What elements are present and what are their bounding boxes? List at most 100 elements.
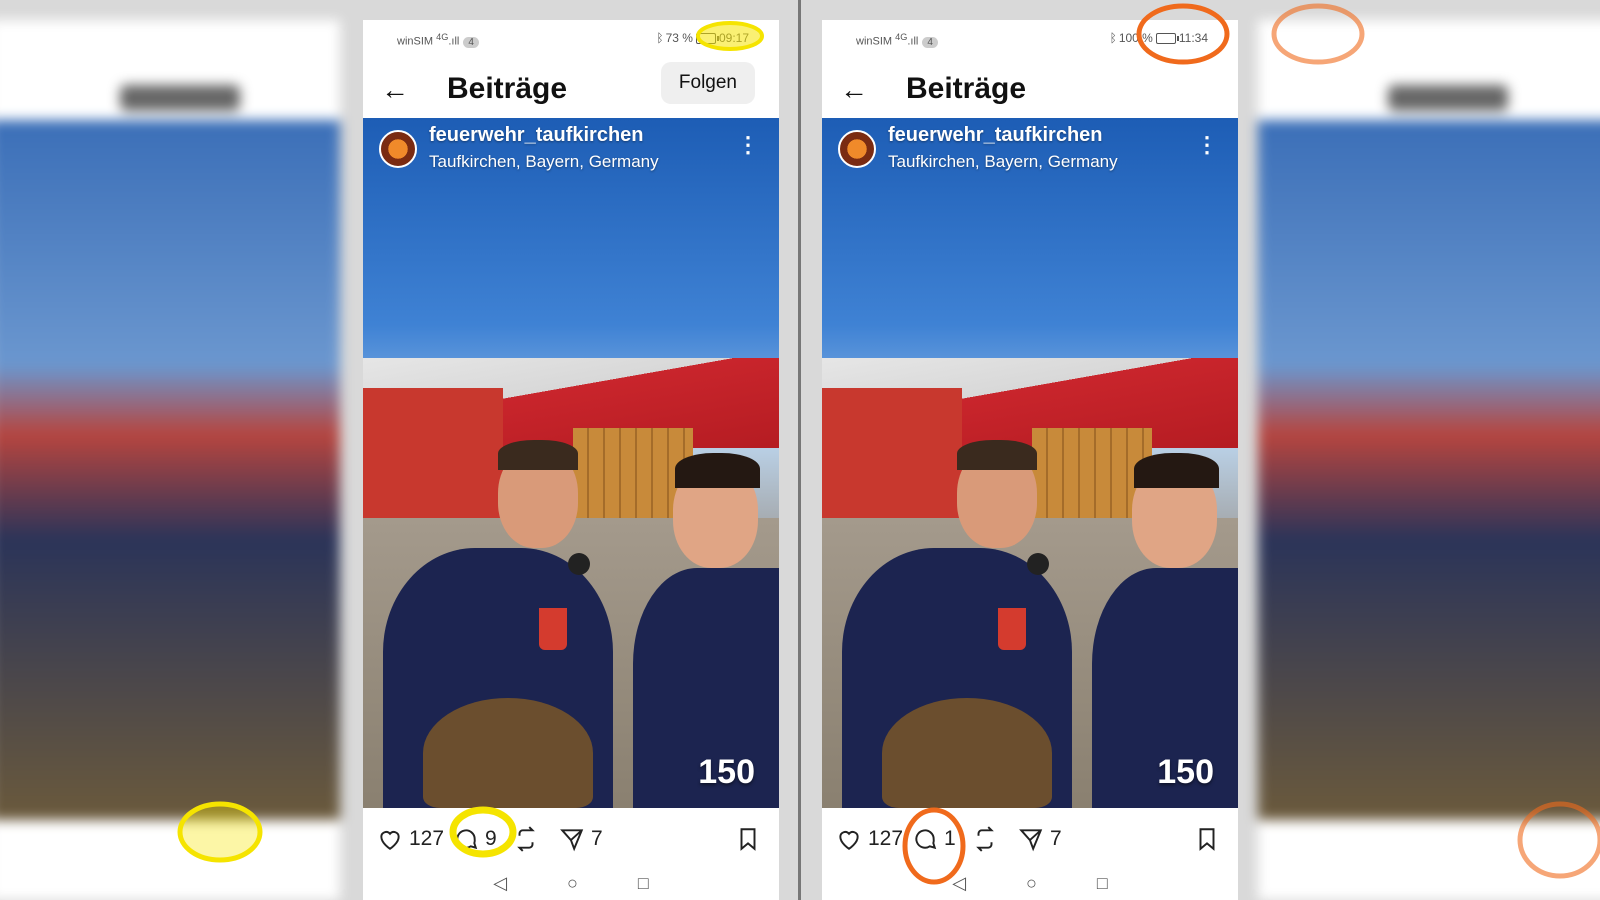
blurred-photo-left [0,120,340,820]
person-left-hair [498,440,578,470]
status-bar: winSIM 4G.ıll 4 ᛒ 73 % 09:17 [363,20,779,56]
battery-level: 100 % [1118,31,1153,45]
back-arrow-icon[interactable]: ← [381,76,409,104]
post-header: feuerwehr_taufkirchen Taufkirchen, Bayer… [822,118,1238,178]
center-divider [798,0,801,900]
comment-icon [915,829,937,850]
repost-button[interactable] [513,826,539,852]
status-bar: winSIM 4G.ıll 4 ᛒ 100 % 11:34 [822,20,1238,56]
phone-screenshot-left: winSIM 4G.ıll 4 ᛒ 73 % 09:17 ← Beiträge Fol… [363,20,779,900]
heart-icon [839,831,859,850]
post-location[interactable]: Taufkirchen, Bayern, Germany [429,152,659,172]
blurred-phone-right [1258,20,1600,900]
person-right-hair [1134,453,1219,488]
post-image[interactable]: feuerwehr_taufkirchen Taufkirchen, Bayer… [822,118,1238,808]
post-username[interactable]: feuerwehr_taufkirchen [888,124,1103,147]
nav-back-icon[interactable]: ◁ [493,873,507,894]
like-count: 127 [868,827,904,850]
post-actions: 127 9 7 [363,810,779,870]
system-nav-bar: ◁ ○ □ [363,866,779,900]
save-button[interactable] [1194,826,1220,852]
share-count: 7 [591,827,603,850]
carrier-label: winSIM 4G.ıll 4 [397,32,479,48]
page-title: Beiträge [447,72,568,105]
save-button[interactable] [735,826,761,852]
more-options-icon[interactable]: ⋮ [737,132,759,158]
status-right: ᛒ 73 % 09:17 [656,31,749,45]
nav-back-icon[interactable]: ◁ [952,873,966,894]
sim-badge: 4 [463,36,479,48]
blurred-right-panel [1258,0,1600,900]
post-actions: 127 1 7 [822,810,1238,870]
follow-button[interactable]: Folgen [660,62,755,104]
post-location[interactable]: Taufkirchen, Bayern, Germany [888,152,1118,172]
sim-badge: 4 [922,36,938,48]
avatar[interactable] [838,130,876,168]
system-nav-bar: ◁ ○ □ [822,866,1238,900]
person-left-lederhosen [882,698,1052,808]
carrier-label: winSIM 4G.ıll 4 [856,32,938,48]
post-username[interactable]: feuerwehr_taufkirchen [429,124,644,147]
page-header: ← Beiträge Folgen [363,56,779,122]
red-cup [998,608,1026,650]
send-icon [1019,829,1043,852]
bluetooth-icon: ᛒ [656,31,664,45]
person-left-lederhosen [423,698,593,808]
battery-icon [695,33,719,45]
blurred-title [1388,85,1508,111]
nav-home-icon[interactable]: ○ [567,873,578,894]
comment-count: 9 [485,827,497,850]
blurred-photo-right [1258,120,1600,820]
battery-level: 73 % [665,31,693,45]
network-type: 4G [895,32,908,42]
bookmark-icon [740,828,756,851]
bookmark-icon [1199,828,1215,851]
like-count: 127 [409,827,445,850]
send-icon [560,829,584,852]
bluetooth-icon: ᛒ [1109,31,1117,45]
comment-button[interactable]: 1 [912,826,956,852]
anniversary-logo: 150 [1157,753,1214,791]
more-options-icon[interactable]: ⋮ [1196,132,1218,158]
nav-recents-icon[interactable]: □ [1097,873,1108,894]
microphone [1027,553,1049,575]
blurred-phone-left [0,20,340,900]
status-right: ᛒ 100 % 11:34 [1110,31,1208,45]
share-button[interactable]: 7 [559,826,603,852]
like-button[interactable]: 127 [836,826,903,852]
carrier-name: winSIM [856,35,893,48]
repost-icon [976,826,994,852]
person-left-hair [957,440,1037,470]
clock-time: 09:17 [718,31,749,45]
like-button[interactable]: 127 [377,826,444,852]
blurred-left-panel [0,0,340,900]
red-container [363,388,503,528]
carrier-name: winSIM [397,35,434,48]
comment-count: 1 [944,827,956,850]
post-header: feuerwehr_taufkirchen Taufkirchen, Bayer… [363,118,779,178]
microphone [568,553,590,575]
avatar[interactable] [379,130,417,168]
repost-button[interactable] [972,826,998,852]
post-image[interactable]: feuerwehr_taufkirchen Taufkirchen, Bayer… [363,118,779,808]
person-right-hair [675,453,760,488]
network-type: 4G [436,32,449,42]
heart-icon [380,831,400,850]
back-arrow-icon[interactable]: ← [840,76,868,104]
battery-icon [1155,33,1179,45]
blurred-title [120,85,240,111]
nav-home-icon[interactable]: ○ [1026,873,1037,894]
share-button[interactable]: 7 [1018,826,1062,852]
comment-icon [456,829,478,850]
clock-time: 11:34 [1178,31,1208,45]
anniversary-logo: 150 [698,753,755,791]
red-cup [539,608,567,650]
page-header: ← Beiträge [822,56,1238,122]
page-title: Beiträge [906,72,1027,105]
red-container [822,388,962,528]
share-count: 7 [1050,827,1062,850]
nav-recents-icon[interactable]: □ [638,873,649,894]
comment-button[interactable]: 9 [453,826,497,852]
phone-screenshot-right: winSIM 4G.ıll 4 ᛒ 100 % 11:34 ← Beiträge fe… [822,20,1238,900]
repost-icon [517,826,535,852]
